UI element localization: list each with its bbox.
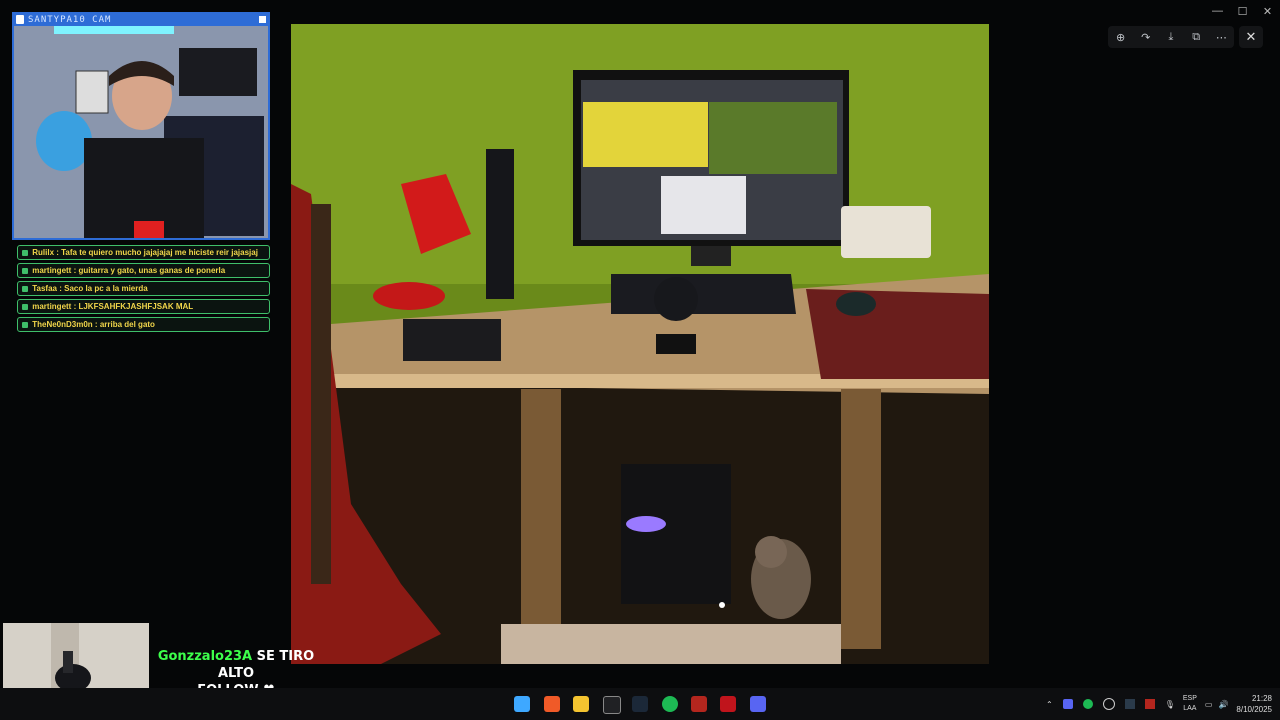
close-window-button[interactable]: ✕ (1255, 0, 1280, 22)
webcam-overlay: SANTYPA10 CAM (12, 12, 270, 240)
monitor-icon[interactable]: ▭ (1205, 700, 1213, 709)
chat-message: TheNe0nD3m0n : arriba del gato (17, 317, 270, 332)
chat-text: : guitarra y gato, unas ganas de ponerla (71, 266, 226, 275)
cam-restore-icon (259, 16, 266, 23)
chat-username: martingett (32, 302, 72, 311)
cam-title-bar: SANTYPA10 CAM (14, 14, 268, 26)
chat-overlay: Rulilx : Tafa te quiero mucho jajajajaj … (17, 245, 270, 335)
chat-text: : Saco la pc a la mierda (57, 284, 148, 293)
zoom-in-icon[interactable]: ⊕ (1113, 29, 1129, 45)
clock-time: 21:28 (1251, 694, 1272, 703)
mic-icon[interactable]: 🎙 (1165, 700, 1175, 709)
obs-tray-icon[interactable] (1102, 698, 1115, 710)
clock[interactable]: 21:28 8/10/2025 (1236, 693, 1272, 715)
chat-username: Rulilx (32, 248, 55, 257)
badge-icon (22, 267, 28, 274)
webcam-scene (14, 26, 268, 238)
badge-icon (22, 249, 28, 256)
chat-message: Tasfaa : Saco la pc a la mierda (17, 281, 270, 296)
badge-icon (22, 321, 28, 328)
chat-message: martingett : LJKFSAHFKJASHFJSAK MAL (17, 299, 270, 314)
app-tray-icon[interactable] (1144, 699, 1155, 709)
windows-start-icon[interactable] (514, 696, 530, 712)
viewer-toolbar: ⊕ ↷ ⤓ ⧉ ⋯ (1108, 26, 1234, 48)
file-explorer-icon[interactable] (573, 696, 589, 712)
discord-tray-icon[interactable] (1062, 699, 1073, 709)
rotate-icon[interactable]: ↷ (1138, 29, 1154, 45)
cam-title: SANTYPA10 CAM (28, 15, 112, 25)
chat-text: : Tafa te quiero mucho jajajajaj me hici… (54, 248, 258, 257)
chat-username: martingett (32, 266, 72, 275)
language-indicator[interactable]: ESP LAA (1183, 694, 1197, 714)
system-tray: ⌃ 🎙 ESP LAA ▭ 🔊 21:28 8/10/2025 (1046, 688, 1272, 720)
media-player-icon[interactable] (720, 696, 736, 712)
open-external-icon[interactable]: ⧉ (1188, 29, 1204, 45)
chat-message: martingett : guitarra y gato, unas ganas… (17, 263, 270, 278)
taskbar: ⌃ 🎙 ESP LAA ▭ 🔊 21:28 8/10/2025 (0, 688, 1280, 720)
badge-icon (22, 285, 28, 292)
spotify-tray-icon[interactable] (1082, 699, 1093, 709)
obs-icon[interactable] (603, 696, 621, 714)
maximize-button[interactable]: ☐ (1230, 0, 1255, 22)
chat-text: : arriba del gato (92, 320, 155, 329)
language-code: ESP (1182, 695, 1197, 702)
steam-tray-icon[interactable] (1124, 699, 1135, 709)
steam-icon[interactable] (632, 696, 648, 712)
viewer-photo[interactable] (291, 24, 989, 664)
cam-app-icon (16, 15, 24, 24)
more-icon[interactable]: ⋯ (1213, 29, 1229, 45)
discord-icon[interactable] (750, 696, 766, 712)
region-code: LAA (1183, 705, 1197, 712)
spotify-icon[interactable] (662, 696, 678, 712)
chat-username: Tasfaa (32, 284, 57, 293)
volume-icon[interactable]: 🔊 (1218, 700, 1228, 709)
chat-message: Rulilx : Tafa te quiero mucho jajajajaj … (17, 245, 270, 260)
viewer-close-button[interactable]: ✕ (1239, 26, 1263, 48)
brave-browser-icon[interactable] (544, 696, 560, 712)
app-icon[interactable] (691, 696, 707, 712)
webcam-feed (14, 26, 268, 238)
download-icon[interactable]: ⤓ (1163, 29, 1179, 45)
badge-icon (22, 303, 28, 310)
chevron-up-icon[interactable]: ⌃ (1046, 700, 1053, 709)
window-controls: — ☐ ✕ (1205, 0, 1280, 22)
chat-username: TheNe0nD3m0n (32, 320, 93, 329)
minimize-button[interactable]: — (1205, 0, 1230, 22)
desk-setup-photo (291, 24, 989, 664)
chat-text: : LJKFSAHFKJASHFJSAK MAL (71, 302, 194, 311)
clock-date: 8/10/2025 (1236, 705, 1272, 714)
follow-username: Gonzzalo23A (157, 649, 253, 664)
